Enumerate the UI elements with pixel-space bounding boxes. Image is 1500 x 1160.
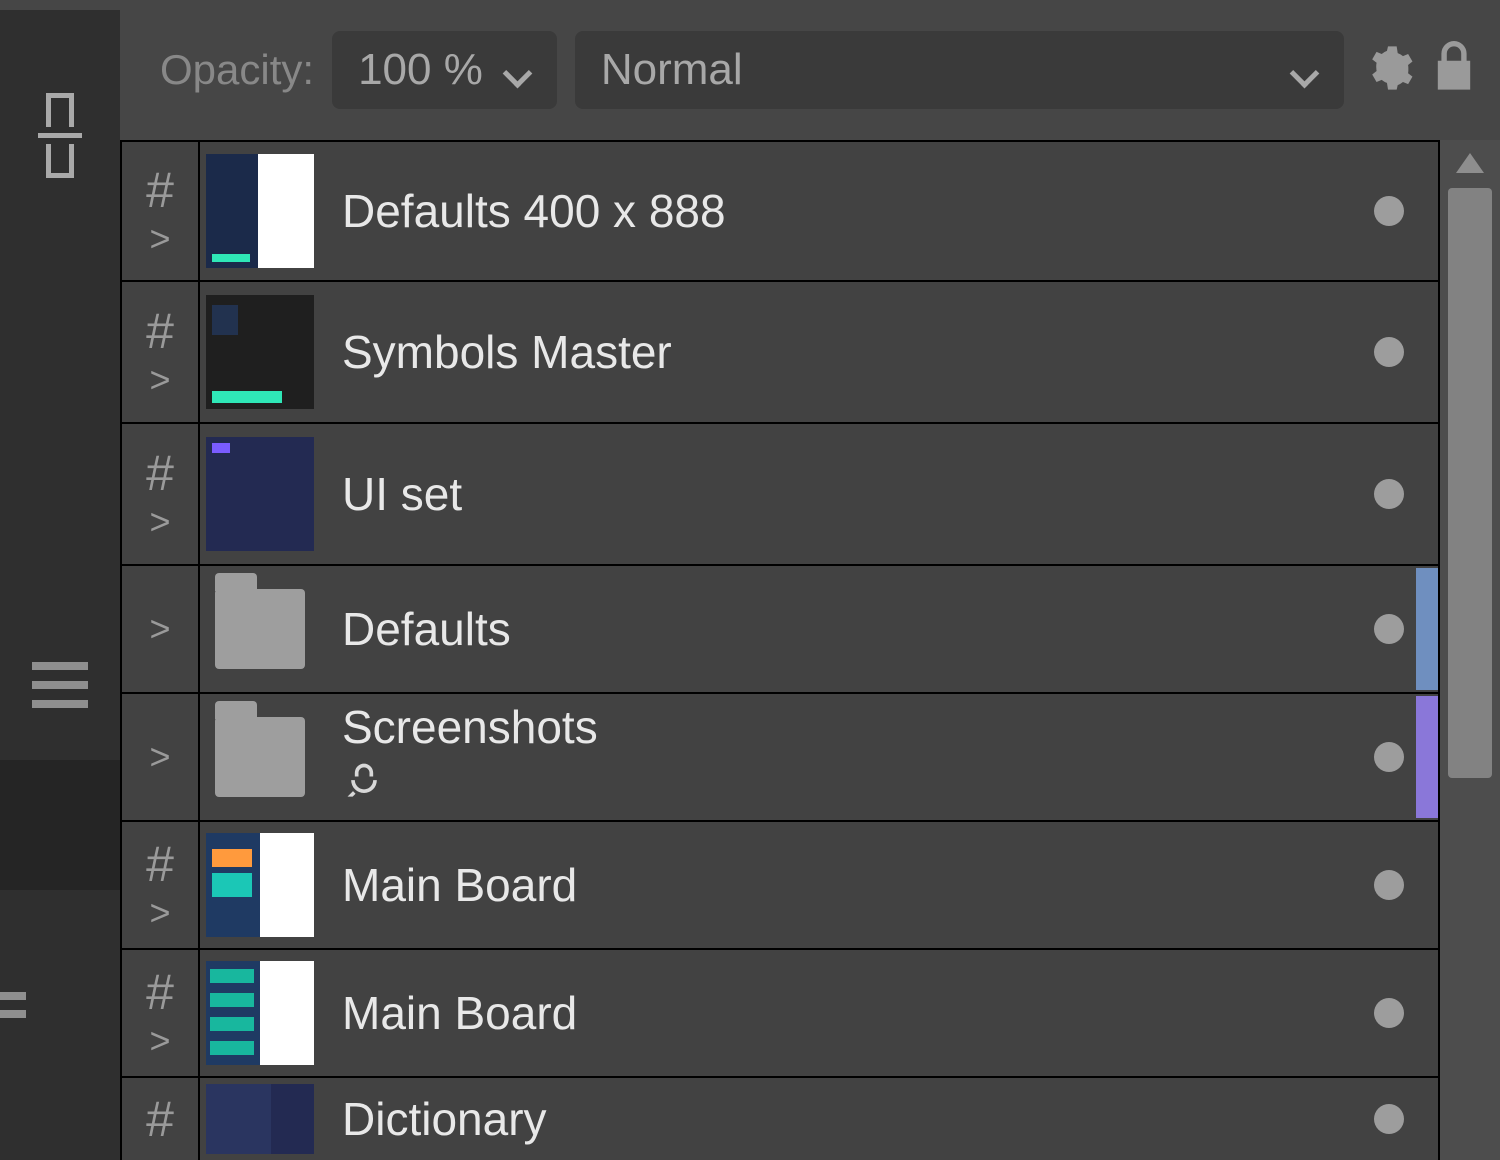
folder-icon-cell [200, 694, 320, 820]
folder-toggle[interactable]: > [122, 694, 200, 820]
blend-mode-dropdown[interactable]: Normal [575, 31, 1344, 109]
artboard-icon: # [146, 967, 174, 1017]
layers-scrollbar[interactable] [1440, 140, 1500, 1160]
layer-name[interactable]: Defaults [320, 566, 1340, 692]
color-tag [1416, 696, 1438, 818]
chevron-right-icon: > [149, 895, 170, 931]
visibility-toggle[interactable] [1340, 950, 1438, 1076]
visibility-toggle[interactable] [1340, 424, 1438, 564]
layer-thumbnail [200, 282, 320, 422]
layer-thumbnail [200, 822, 320, 948]
blend-mode-value: Normal [601, 45, 743, 95]
layer-thumbnail [200, 142, 320, 280]
layer-folder[interactable]: > Defaults [120, 566, 1440, 694]
opacity-dropdown[interactable]: 100 % [332, 31, 557, 109]
artboard-icon: # [146, 839, 174, 889]
chevron-down-icon [1292, 57, 1318, 83]
layer-artboard[interactable]: # > UI set [120, 424, 1440, 566]
left-tool-gutter [0, 10, 120, 1160]
layers-toolbar: Opacity: 100 % Normal [120, 10, 1500, 130]
layers-list: # > Defaults 400 x 888 # > Symbols Maste… [120, 140, 1440, 1160]
scroll-thumb[interactable] [1448, 188, 1492, 778]
layer-folder[interactable]: > Screenshots [120, 694, 1440, 822]
artboard-toggle[interactable]: # > [122, 424, 200, 564]
layer-name-with-symbol[interactable]: Screenshots [320, 694, 1340, 820]
layer-thumbnail [200, 1078, 320, 1160]
folder-icon [215, 589, 305, 669]
chevron-right-icon: > [149, 1023, 170, 1059]
color-tag [1416, 568, 1438, 690]
panel-dark-slot [0, 760, 120, 890]
panel-hamburger-icon[interactable] [0, 640, 120, 730]
layer-name[interactable]: Dictionary [320, 1078, 1340, 1160]
artboard-icon: # [146, 165, 174, 215]
gear-icon[interactable] [1362, 42, 1414, 99]
folder-icon [215, 717, 305, 797]
split-view-icon[interactable] [0, 10, 120, 260]
artboard-toggle[interactable]: # > [122, 822, 200, 948]
layer-thumbnail [200, 424, 320, 564]
layer-name[interactable]: Symbols Master [320, 282, 1340, 422]
artboard-icon: # [146, 448, 174, 498]
folder-toggle[interactable]: > [122, 566, 200, 692]
layer-name[interactable]: UI set [320, 424, 1340, 564]
chevron-right-icon: > [149, 362, 170, 398]
visibility-toggle[interactable] [1340, 282, 1438, 422]
scroll-up-icon[interactable] [1440, 140, 1500, 186]
layer-artboard[interactable]: # > Main Board [120, 822, 1440, 950]
artboard-toggle[interactable]: # > [122, 142, 200, 280]
symbol-icon [342, 760, 386, 815]
folder-icon-cell [200, 566, 320, 692]
lock-icon[interactable] [1432, 41, 1476, 100]
layer-artboard[interactable]: # > Main Board [120, 950, 1440, 1078]
window-top-strip [0, 0, 1500, 10]
panel-stub-icon[interactable] [0, 980, 120, 1040]
chevron-right-icon: > [149, 504, 170, 540]
layer-name[interactable]: Main Board [320, 950, 1340, 1076]
layer-thumbnail [200, 950, 320, 1076]
layer-artboard[interactable]: # Dictionary [120, 1078, 1440, 1160]
artboard-icon: # [146, 306, 174, 356]
visibility-toggle[interactable] [1340, 142, 1438, 280]
layers-panel: Opacity: 100 % Normal # > Defaults 400 x… [120, 10, 1500, 1160]
layer-name[interactable]: Main Board [320, 822, 1340, 948]
opacity-value: 100 % [358, 45, 483, 95]
chevron-down-icon [505, 57, 531, 83]
visibility-toggle[interactable] [1340, 822, 1438, 948]
layer-artboard[interactable]: # > Symbols Master [120, 282, 1440, 424]
opacity-label: Opacity: [160, 46, 314, 94]
chevron-right-icon: > [149, 739, 170, 775]
layer-name: Screenshots [342, 700, 598, 754]
layer-artboard[interactable]: # > Defaults 400 x 888 [120, 140, 1440, 282]
artboard-toggle[interactable]: # > [122, 282, 200, 422]
visibility-toggle[interactable] [1340, 1078, 1438, 1160]
layer-name[interactable]: Defaults 400 x 888 [320, 142, 1340, 280]
chevron-right-icon: > [149, 221, 170, 257]
artboard-toggle[interactable]: # > [122, 950, 200, 1076]
artboard-toggle[interactable]: # [122, 1078, 200, 1160]
artboard-icon: # [146, 1094, 174, 1144]
chevron-right-icon: > [149, 611, 170, 647]
